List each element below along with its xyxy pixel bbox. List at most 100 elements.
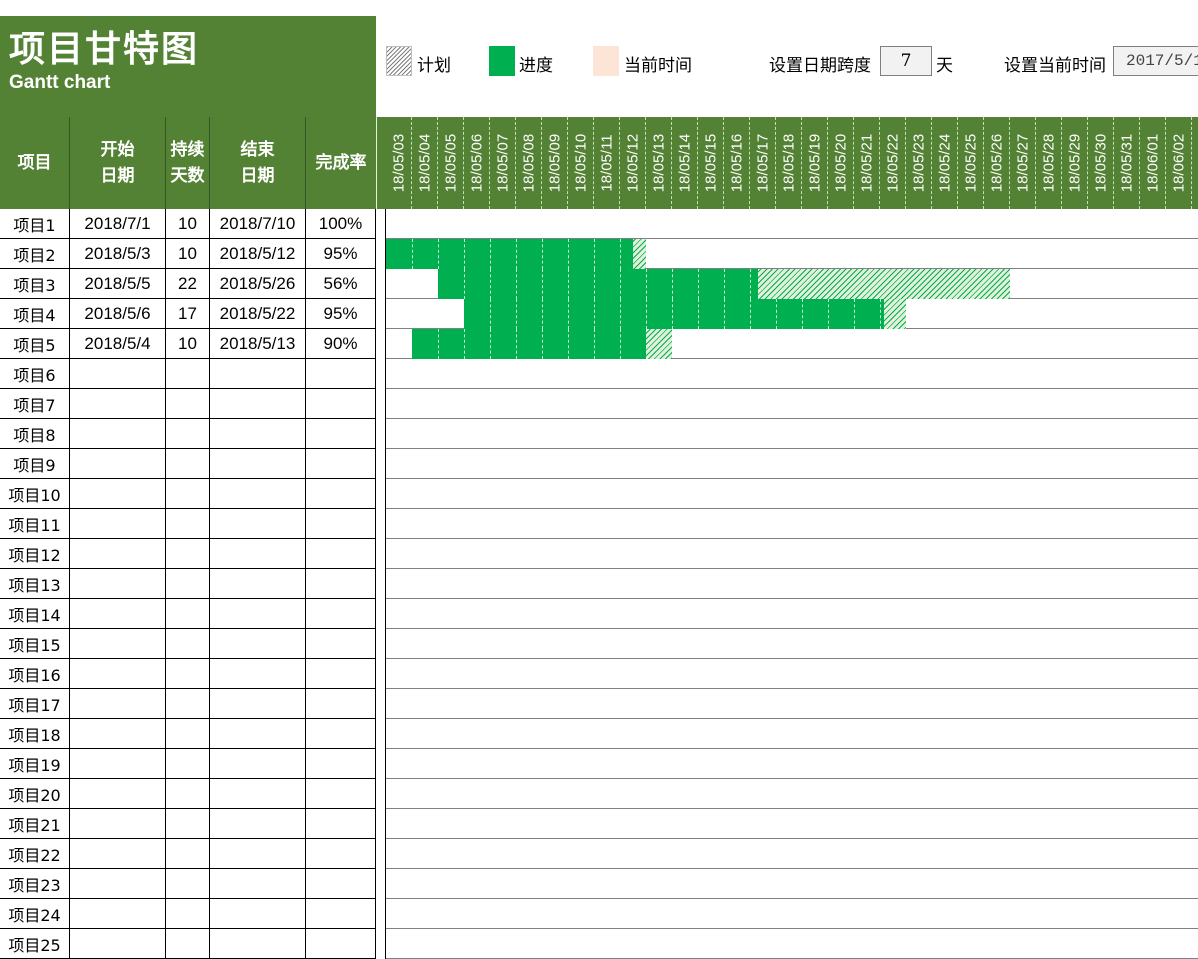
start-date-cell[interactable] (70, 779, 166, 809)
start-date-cell[interactable] (70, 749, 166, 779)
duration-days-cell[interactable] (166, 479, 210, 509)
start-date-cell[interactable] (70, 689, 166, 719)
end-date-cell[interactable]: 2018/5/22 (210, 299, 306, 329)
completion-rate-cell[interactable] (306, 869, 376, 899)
end-date-cell[interactable]: 2018/7/10 (210, 209, 306, 239)
start-date-cell[interactable] (70, 929, 166, 959)
start-date-cell[interactable] (70, 509, 166, 539)
end-date-cell[interactable] (210, 809, 306, 839)
completion-rate-cell[interactable] (306, 419, 376, 449)
duration-days-cell[interactable] (166, 599, 210, 629)
project-name-cell[interactable]: 项目9 (0, 449, 70, 479)
project-name-cell[interactable]: 项目7 (0, 389, 70, 419)
end-date-cell[interactable] (210, 599, 306, 629)
project-name-cell[interactable]: 项目22 (0, 839, 70, 869)
end-date-cell[interactable] (210, 569, 306, 599)
project-name-cell[interactable]: 项目19 (0, 749, 70, 779)
completion-rate-cell[interactable] (306, 539, 376, 569)
duration-days-cell[interactable] (166, 719, 210, 749)
duration-days-cell[interactable] (166, 809, 210, 839)
end-date-cell[interactable] (210, 479, 306, 509)
duration-days-cell[interactable] (166, 749, 210, 779)
end-date-cell[interactable] (210, 509, 306, 539)
start-date-cell[interactable] (70, 449, 166, 479)
project-name-cell[interactable]: 项目20 (0, 779, 70, 809)
duration-days-cell[interactable] (166, 449, 210, 479)
start-date-cell[interactable] (70, 479, 166, 509)
project-name-cell[interactable]: 项目8 (0, 419, 70, 449)
duration-days-cell[interactable]: 10 (166, 329, 210, 359)
start-date-cell[interactable] (70, 839, 166, 869)
project-name-cell[interactable]: 项目12 (0, 539, 70, 569)
completion-rate-cell[interactable] (306, 449, 376, 479)
duration-days-cell[interactable]: 10 (166, 239, 210, 269)
start-date-cell[interactable]: 2018/7/1 (70, 209, 166, 239)
end-date-cell[interactable] (210, 899, 306, 929)
duration-days-cell[interactable] (166, 779, 210, 809)
completion-rate-cell[interactable] (306, 779, 376, 809)
duration-days-cell[interactable] (166, 869, 210, 899)
end-date-cell[interactable] (210, 779, 306, 809)
start-date-cell[interactable] (70, 629, 166, 659)
duration-days-cell[interactable]: 22 (166, 269, 210, 299)
start-date-cell[interactable] (70, 899, 166, 929)
completion-rate-cell[interactable] (306, 629, 376, 659)
end-date-cell[interactable] (210, 419, 306, 449)
completion-rate-cell[interactable] (306, 689, 376, 719)
completion-rate-cell[interactable] (306, 569, 376, 599)
duration-days-cell[interactable] (166, 539, 210, 569)
duration-days-cell[interactable] (166, 689, 210, 719)
start-date-cell[interactable]: 2018/5/4 (70, 329, 166, 359)
completion-rate-cell[interactable] (306, 929, 376, 959)
project-name-cell[interactable]: 项目24 (0, 899, 70, 929)
completion-rate-cell[interactable] (306, 659, 376, 689)
start-date-cell[interactable] (70, 659, 166, 689)
project-name-cell[interactable]: 项目25 (0, 929, 70, 959)
project-name-cell[interactable]: 项目1 (0, 209, 70, 239)
start-date-cell[interactable] (70, 719, 166, 749)
completion-rate-cell[interactable]: 90% (306, 329, 376, 359)
start-date-cell[interactable]: 2018/5/5 (70, 269, 166, 299)
project-name-cell[interactable]: 项目3 (0, 269, 70, 299)
start-date-cell[interactable] (70, 599, 166, 629)
duration-days-cell[interactable] (166, 359, 210, 389)
duration-days-cell[interactable] (166, 899, 210, 929)
completion-rate-cell[interactable] (306, 479, 376, 509)
project-name-cell[interactable]: 项目2 (0, 239, 70, 269)
start-date-cell[interactable] (70, 389, 166, 419)
duration-days-cell[interactable] (166, 419, 210, 449)
start-date-cell[interactable] (70, 569, 166, 599)
completion-rate-cell[interactable]: 95% (306, 299, 376, 329)
end-date-cell[interactable] (210, 869, 306, 899)
completion-rate-cell[interactable] (306, 719, 376, 749)
project-name-cell[interactable]: 项目23 (0, 869, 70, 899)
start-date-cell[interactable] (70, 809, 166, 839)
duration-days-cell[interactable]: 10 (166, 209, 210, 239)
end-date-cell[interactable] (210, 629, 306, 659)
end-date-cell[interactable]: 2018/5/26 (210, 269, 306, 299)
end-date-cell[interactable] (210, 539, 306, 569)
date-span-input[interactable]: 7 (880, 46, 932, 76)
completion-rate-cell[interactable] (306, 359, 376, 389)
completion-rate-cell[interactable] (306, 749, 376, 779)
start-date-cell[interactable] (70, 419, 166, 449)
project-name-cell[interactable]: 项目15 (0, 629, 70, 659)
project-name-cell[interactable]: 项目18 (0, 719, 70, 749)
completion-rate-cell[interactable] (306, 839, 376, 869)
project-name-cell[interactable]: 项目13 (0, 569, 70, 599)
end-date-cell[interactable]: 2018/5/13 (210, 329, 306, 359)
end-date-cell[interactable] (210, 689, 306, 719)
start-date-cell[interactable] (70, 539, 166, 569)
end-date-cell[interactable] (210, 389, 306, 419)
end-date-cell[interactable] (210, 359, 306, 389)
project-name-cell[interactable]: 项目21 (0, 809, 70, 839)
project-name-cell[interactable]: 项目16 (0, 659, 70, 689)
end-date-cell[interactable] (210, 449, 306, 479)
end-date-cell[interactable] (210, 659, 306, 689)
end-date-cell[interactable] (210, 719, 306, 749)
end-date-cell[interactable] (210, 749, 306, 779)
completion-rate-cell[interactable]: 95% (306, 239, 376, 269)
start-date-cell[interactable] (70, 869, 166, 899)
duration-days-cell[interactable] (166, 509, 210, 539)
start-date-cell[interactable]: 2018/5/3 (70, 239, 166, 269)
